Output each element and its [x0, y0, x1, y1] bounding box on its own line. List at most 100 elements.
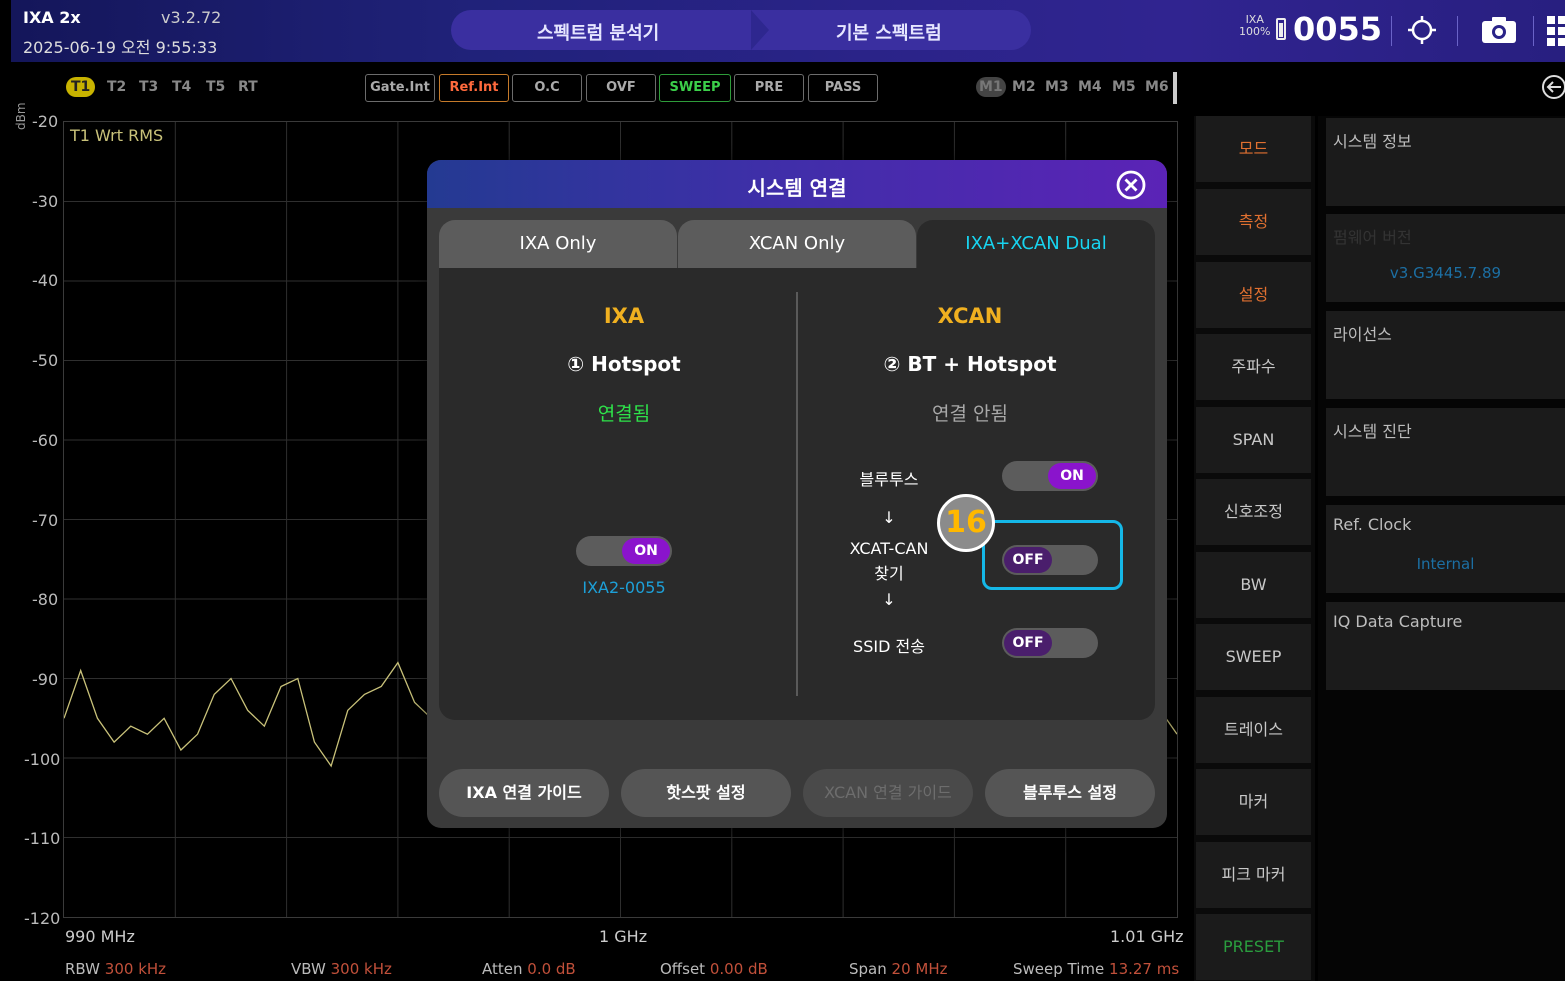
app-name: IXA 2x [23, 8, 81, 27]
breadcrumb-mode[interactable]: 스펙트럼 분석기 [537, 19, 659, 45]
xcat-can-find-label-line1: XCAT-CAN [849, 539, 929, 558]
down-arrow-icon: ↓ [882, 590, 896, 609]
xcan-mode: ② BT + Hotspot [883, 352, 1057, 376]
system-connect-dialog: 시스템 연결 IXA Only XCAN Only IXA+XCAN Dual … [427, 160, 1167, 828]
rbw-value: 300 kHz [104, 960, 167, 978]
tab-dual[interactable]: IXA+XCAN Dual [917, 220, 1155, 268]
status-sweep: SWEEP [659, 74, 731, 102]
tab-ixa-only[interactable]: IXA Only [439, 220, 677, 268]
trace-label: T1 Wrt RMS [70, 126, 164, 145]
ixa-title: IXA [603, 304, 645, 328]
atten-label: Atten [482, 960, 523, 978]
trace-chip-t2[interactable]: T2 [107, 79, 126, 95]
y-tick-label: -80 [32, 590, 59, 610]
dialog-header: 시스템 연결 [427, 160, 1167, 208]
grid-menu-icon[interactable] [1547, 16, 1565, 46]
trace-chip-rt[interactable]: RT [238, 79, 258, 95]
offset-value: 0.00 dB [709, 960, 768, 978]
panel-iq-capture-title: IQ Data Capture [1333, 612, 1463, 631]
ixa-status: 연결됨 [597, 403, 651, 425]
xcan-title: XCAN [937, 304, 1003, 328]
breadcrumb-measure[interactable]: 기본 스펙트럼 [836, 19, 942, 45]
ixa-hotspot-toggle[interactable]: ON [576, 536, 672, 566]
status-ovf: OVF [586, 74, 656, 102]
marker-chip-m3[interactable]: M3 [1045, 79, 1069, 95]
side-btn-sweep[interactable]: SWEEP [1196, 624, 1311, 690]
y-tick-label: -70 [32, 510, 59, 530]
bluetooth-label: 블루투스 [859, 470, 919, 489]
step-number-badge: 16 [937, 494, 995, 552]
side-btn-trace[interactable]: 트레이스 [1196, 697, 1311, 763]
span-readout[interactable]: Span 20 MHz [849, 960, 947, 978]
ssid-send-label: SSID 전송 [853, 637, 925, 656]
trace-chip-t4[interactable]: T4 [172, 79, 191, 95]
rbw-label: RBW [65, 960, 101, 978]
marker-chip-m5[interactable]: M5 [1112, 79, 1136, 95]
trace-chip-t5[interactable]: T5 [206, 79, 225, 95]
y-tick-label: -20 [32, 112, 59, 131]
side-btn-setup[interactable]: 설정 [1196, 262, 1311, 328]
side-btn-signal-adjust[interactable]: 신호조정 [1196, 479, 1311, 545]
target-icon[interactable] [1407, 15, 1437, 45]
sweep-time-value: 13.27 ms [1109, 960, 1180, 978]
xcan-status: 연결 안됨 [932, 403, 1008, 425]
app-version: v3.2.72 [161, 8, 222, 27]
marker-chip-m6[interactable]: M6 [1145, 79, 1169, 95]
panel-firmware-title: 펌웨어 버전 [1333, 228, 1412, 247]
offset-readout[interactable]: Offset 0.00 dB [660, 960, 768, 978]
x-tick-end: 1.01 GHz [1110, 927, 1184, 946]
vbw-readout[interactable]: VBW 300 kHz [291, 960, 392, 978]
side-btn-measure[interactable]: 측정 [1196, 189, 1311, 255]
panel-ref-clock[interactable]: Ref. Clock Internal [1326, 505, 1565, 593]
divider [1533, 16, 1534, 46]
marker-chip-m1[interactable]: M1 [976, 77, 1006, 97]
sweep-time-readout[interactable]: Sweep Time 13.27 ms [1013, 960, 1179, 978]
side-btn-preset[interactable]: PRESET [1196, 914, 1311, 980]
x-tick-start: 990 MHz [65, 927, 135, 946]
panel-diagnostics[interactable]: 시스템 진단 [1326, 408, 1565, 496]
device-badge: IXA 100% [1239, 14, 1270, 38]
tab-xcan-only[interactable]: XCAN Only [678, 220, 916, 268]
bluetooth-toggle[interactable]: ON [1002, 461, 1098, 491]
marker-chip-m2[interactable]: M2 [1012, 79, 1036, 95]
battery-icon [1276, 18, 1286, 40]
side-btn-span[interactable]: SPAN [1196, 407, 1311, 473]
side-btn-bw[interactable]: BW [1196, 552, 1311, 618]
back-arrow-icon[interactable] [1541, 74, 1565, 100]
status-ref-int: Ref.Int [439, 74, 509, 102]
ref-clock-value: Internal [1416, 555, 1475, 573]
y-tick-label: -90 [32, 669, 59, 689]
panel-license-title: 라이선스 [1333, 325, 1392, 344]
ssid-send-toggle[interactable]: OFF [1002, 628, 1098, 658]
y-tick-label: -40 [32, 271, 59, 291]
trace-chip-t3[interactable]: T3 [139, 79, 158, 95]
ssid-send-toggle-state: OFF [1004, 630, 1052, 656]
atten-readout[interactable]: Atten 0.0 dB [482, 960, 576, 978]
status-pass: PASS [808, 74, 878, 102]
y-tick-label: -100 [24, 749, 61, 769]
step-highlight-box [982, 520, 1123, 590]
divider [1457, 16, 1458, 46]
ixa-guide-button[interactable]: IXA 연결 가이드 [439, 769, 609, 817]
side-btn-frequency[interactable]: 주파수 [1196, 334, 1311, 400]
bluetooth-settings-button[interactable]: 블루투스 설정 [985, 769, 1155, 817]
breadcrumb: 스펙트럼 분석기 기본 스펙트럼 [451, 10, 1031, 50]
close-icon[interactable] [1115, 169, 1147, 201]
system-panel: 시스템 정보 펌웨어 버전 v3.G3445.7.89 라이선스 시스템 진단 … [1318, 116, 1565, 981]
panel-iq-capture[interactable]: IQ Data Capture [1326, 602, 1565, 690]
side-btn-marker[interactable]: 마커 [1196, 769, 1311, 835]
panel-system-info[interactable]: 시스템 정보 [1326, 118, 1565, 206]
camera-icon[interactable] [1481, 16, 1517, 44]
panel-system-info-title: 시스템 정보 [1333, 132, 1412, 151]
panel-license[interactable]: 라이선스 [1326, 311, 1565, 399]
side-btn-mode[interactable]: 모드 [1196, 116, 1311, 182]
rbw-readout[interactable]: RBW 300 kHz [65, 960, 166, 978]
marker-scroll-indicator [1173, 72, 1177, 104]
trace-chip-t1[interactable]: T1 [66, 77, 96, 97]
y-tick-label: -30 [32, 191, 59, 211]
hotspot-settings-button[interactable]: 핫스팟 설정 [621, 769, 791, 817]
marker-chip-m4[interactable]: M4 [1078, 79, 1102, 95]
atten-value: 0.0 dB [527, 960, 576, 978]
side-btn-peak-marker[interactable]: 피크 마커 [1196, 842, 1311, 908]
vbw-label: VBW [291, 960, 326, 978]
